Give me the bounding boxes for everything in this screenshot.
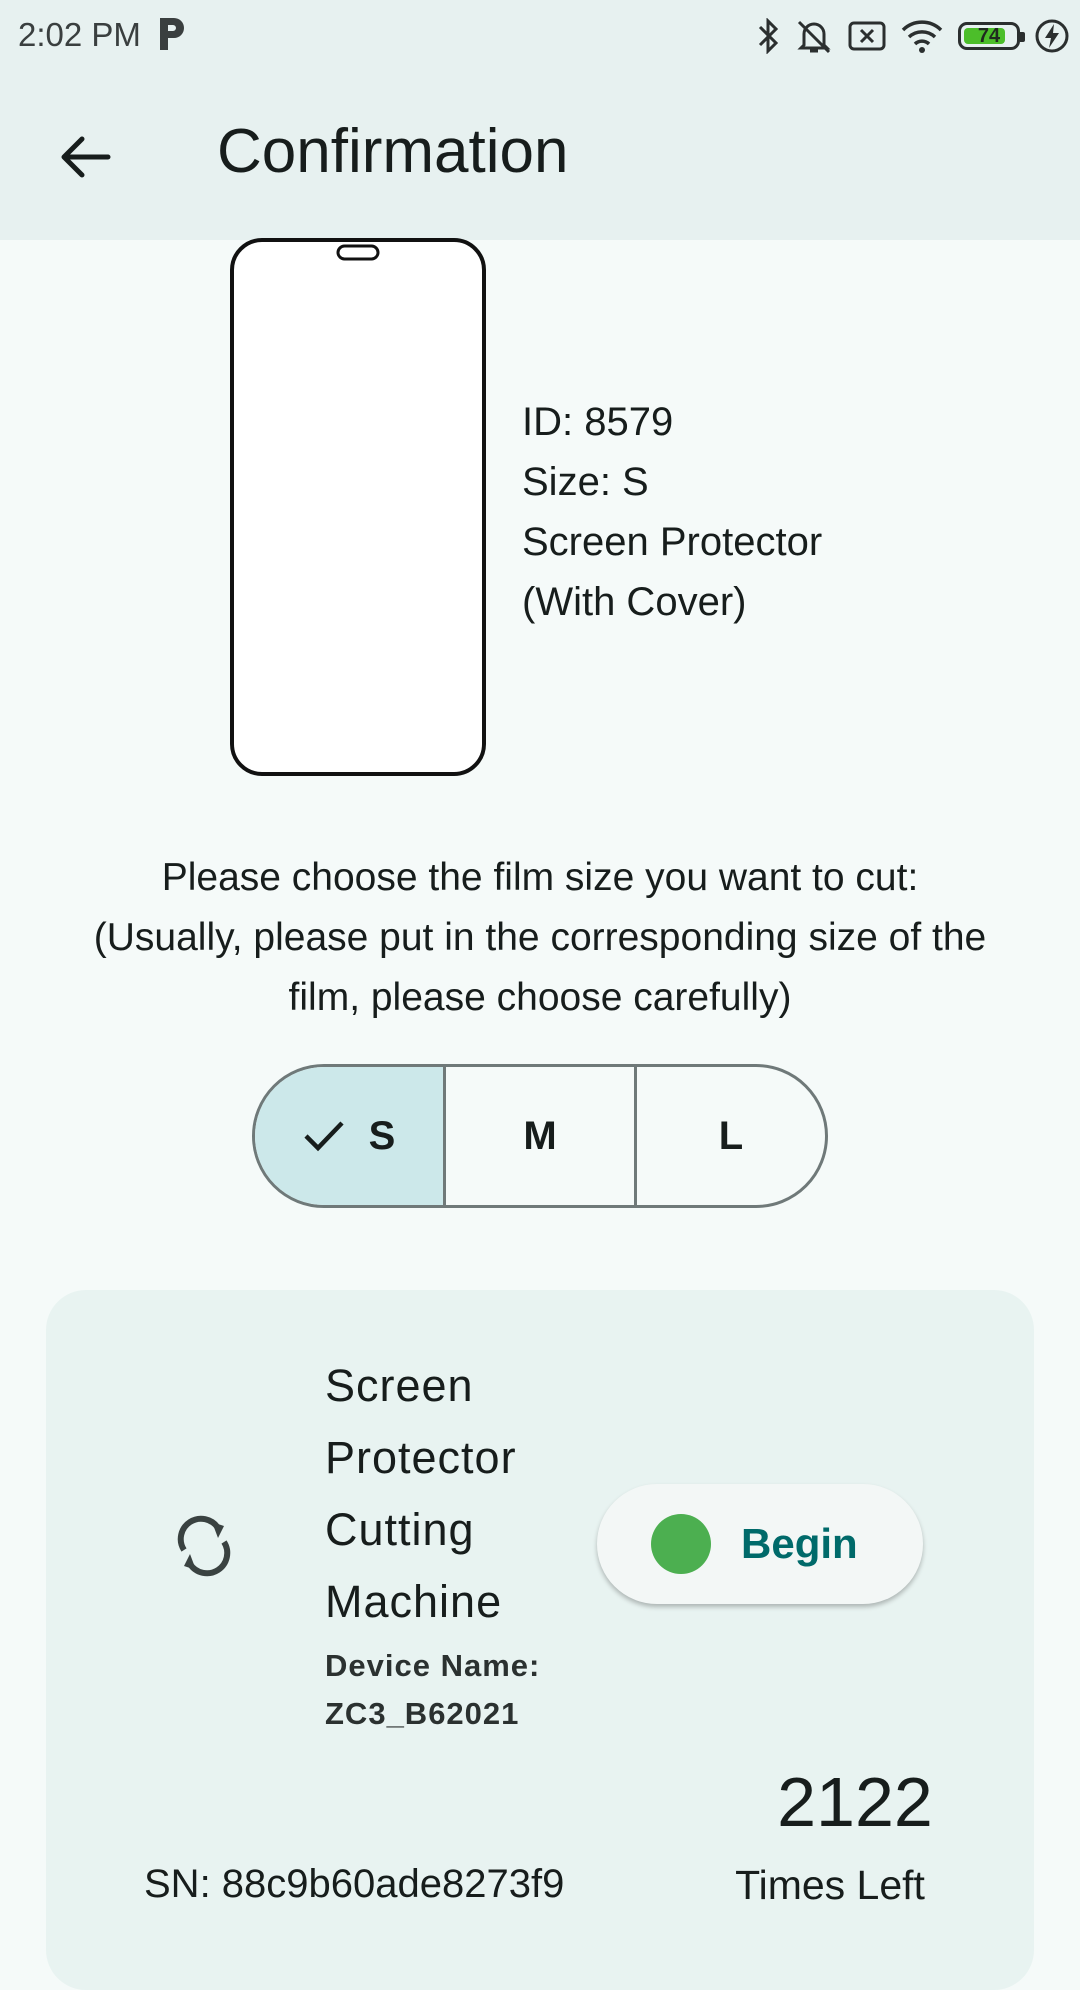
prompt-line: film, please choose carefully) — [288, 976, 792, 1019]
begin-button[interactable]: Begin — [597, 1484, 923, 1604]
size-option-s[interactable]: S — [255, 1067, 443, 1205]
back-button[interactable] — [50, 122, 120, 192]
serial-number: SN: 88c9b60ade8273f9 — [144, 1862, 565, 1906]
size-prompt: Please choose the film size you want to … — [30, 848, 1050, 1028]
size-segmented-control: S M L — [252, 1064, 828, 1208]
prompt-line: Please choose the film size you want to … — [161, 856, 919, 899]
machine-name-line: Machine — [325, 1576, 503, 1627]
bluetooth-icon — [758, 18, 779, 54]
screen-protector-image — [230, 238, 486, 776]
connection-status-dot — [651, 1514, 711, 1574]
check-icon — [304, 1121, 344, 1152]
status-bar: 2:02 PM 74 — [0, 0, 1080, 72]
mute-icon — [797, 20, 831, 54]
product-type: Screen Protector — [522, 520, 823, 564]
size-option-m[interactable]: M — [443, 1067, 634, 1205]
times-left-label: Times Left — [735, 1862, 925, 1908]
size-option-label: S — [368, 1113, 396, 1158]
product-type-note: (With Cover) — [522, 580, 747, 624]
app-bar: Confirmation — [0, 72, 1080, 240]
prompt-line: (Usually, please put in the correspondin… — [93, 916, 987, 959]
battery-icon: 74 — [958, 22, 1025, 50]
p-app-icon — [160, 18, 184, 50]
device-name: Device Name: ZC3_B62021 — [325, 1642, 540, 1738]
product-size: Size: S — [522, 460, 649, 504]
status-time: 2:02 PM — [18, 16, 141, 53]
size-option-label: L — [718, 1113, 744, 1158]
machine-name-line: Protector — [325, 1432, 517, 1483]
product-id: ID: 8579 — [522, 400, 674, 444]
arrow-left-icon — [61, 136, 111, 178]
page-title: Confirmation — [217, 117, 569, 186]
charging-icon — [1035, 19, 1069, 53]
product-info: ID: 8579 Size: S Screen Protector (With … — [522, 392, 822, 632]
battery-level: 74 — [977, 24, 1001, 47]
size-option-l[interactable]: L — [634, 1067, 825, 1205]
machine-name-line: Screen — [325, 1360, 474, 1411]
refresh-icon[interactable] — [172, 1514, 236, 1578]
begin-label: Begin — [741, 1520, 858, 1567]
device-name-label: Device Name: — [325, 1648, 541, 1683]
wifi-icon — [901, 20, 943, 53]
size-option-label: M — [523, 1113, 557, 1158]
times-left-count: 2122 — [777, 1763, 933, 1841]
machine-name-line: Cutting — [325, 1504, 475, 1555]
device-name-value: ZC3_B62021 — [325, 1696, 520, 1731]
sim-off-icon — [848, 21, 886, 51]
machine-name: Screen Protector Cutting Machine — [325, 1350, 517, 1638]
